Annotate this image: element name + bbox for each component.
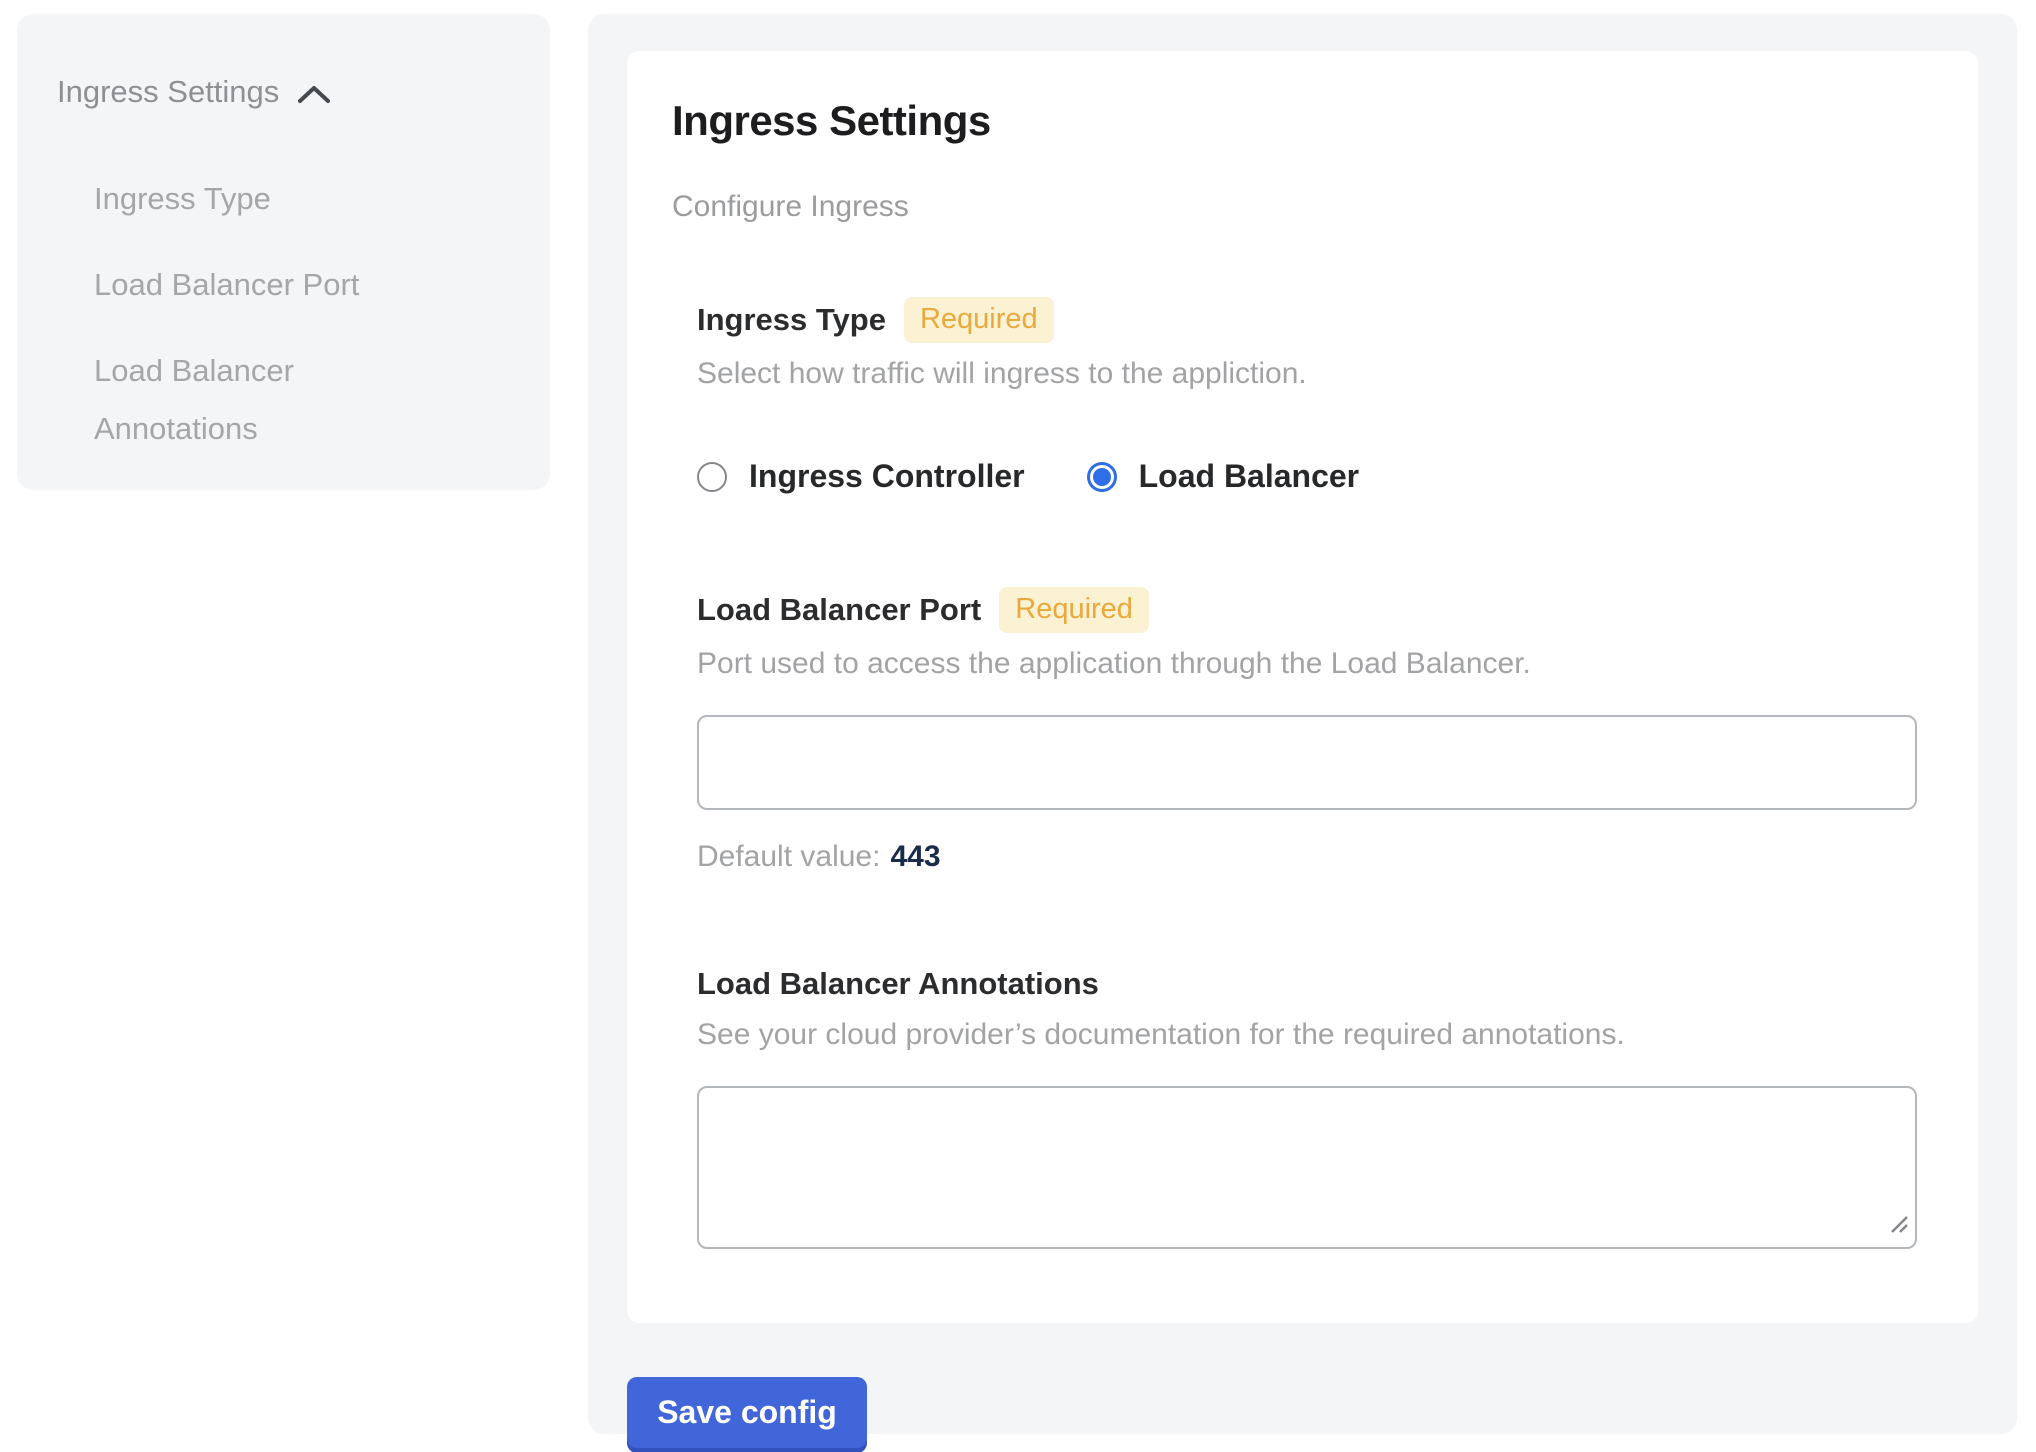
radio-label-ingress-controller: Ingress Controller — [749, 458, 1025, 495]
field-label-ingress-type: Ingress Type — [697, 300, 886, 340]
ingress-settings-card: Ingress Settings Configure Ingress Ingre… — [627, 51, 1978, 1323]
radio-label-load-balancer: Load Balancer — [1139, 458, 1360, 495]
page-title: Ingress Settings — [672, 96, 1917, 146]
load-balancer-port-input[interactable] — [697, 715, 1917, 810]
resize-handle-icon[interactable] — [1888, 1213, 1910, 1240]
required-badge: Required — [999, 587, 1149, 633]
default-value-number: 443 — [890, 840, 940, 873]
sidebar-item-ingress-type[interactable]: Ingress Type — [94, 170, 394, 228]
field-label-load-balancer-annotations: Load Balancer Annotations — [697, 964, 1099, 1004]
fields-container: Ingress Type Required Select how traffic… — [697, 297, 1917, 1249]
radio-selected-icon — [1087, 462, 1117, 492]
field-load-balancer-port: Load Balancer Port Required Port used to… — [697, 587, 1917, 874]
save-config-button[interactable]: Save config — [627, 1377, 867, 1448]
sidebar-item-load-balancer-annotations[interactable]: Load Balancer Annotations — [94, 342, 394, 458]
main-panel: Ingress Settings Configure Ingress Ingre… — [588, 14, 2017, 1434]
field-ingress-type-heading: Ingress Type Required — [697, 297, 1917, 343]
annotations-textarea-wrap — [697, 1086, 1917, 1249]
field-description-load-balancer-annotations: See your cloud provider’s documentation … — [697, 1016, 1917, 1053]
default-value-line: Default value: 443 — [697, 840, 1917, 874]
field-ingress-type: Ingress Type Required Select how traffic… — [697, 297, 1917, 495]
page-subtitle: Configure Ingress — [672, 188, 1917, 225]
field-load-balancer-annotations: Load Balancer Annotations See your cloud… — [697, 964, 1917, 1249]
field-description-load-balancer-port: Port used to access the application thro… — [697, 645, 1917, 682]
field-description-ingress-type: Select how traffic will ingress to the a… — [697, 355, 1917, 392]
sidebar-section-label: Ingress Settings — [57, 74, 279, 110]
radio-option-ingress-controller[interactable]: Ingress Controller — [697, 458, 1025, 495]
required-badge: Required — [904, 297, 1054, 343]
radio-option-load-balancer[interactable]: Load Balancer — [1087, 458, 1360, 495]
sidebar-item-list: Ingress Type Load Balancer Port Load Bal… — [94, 170, 520, 458]
field-label-load-balancer-port: Load Balancer Port — [697, 590, 981, 630]
field-port-heading: Load Balancer Port Required — [697, 587, 1917, 633]
chevron-up-icon — [297, 83, 331, 105]
field-annotations-heading: Load Balancer Annotations — [697, 964, 1917, 1004]
sidebar-section-ingress-settings[interactable]: Ingress Settings — [57, 74, 520, 110]
load-balancer-annotations-textarea[interactable] — [697, 1086, 1917, 1249]
sidebar-item-load-balancer-port[interactable]: Load Balancer Port — [94, 256, 394, 314]
ingress-type-radio-group: Ingress Controller Load Balancer — [697, 458, 1917, 495]
settings-nav-sidebar: Ingress Settings Ingress Type Load Balan… — [17, 14, 550, 490]
default-value-label: Default value: — [697, 840, 880, 873]
radio-unselected-icon — [697, 462, 727, 492]
